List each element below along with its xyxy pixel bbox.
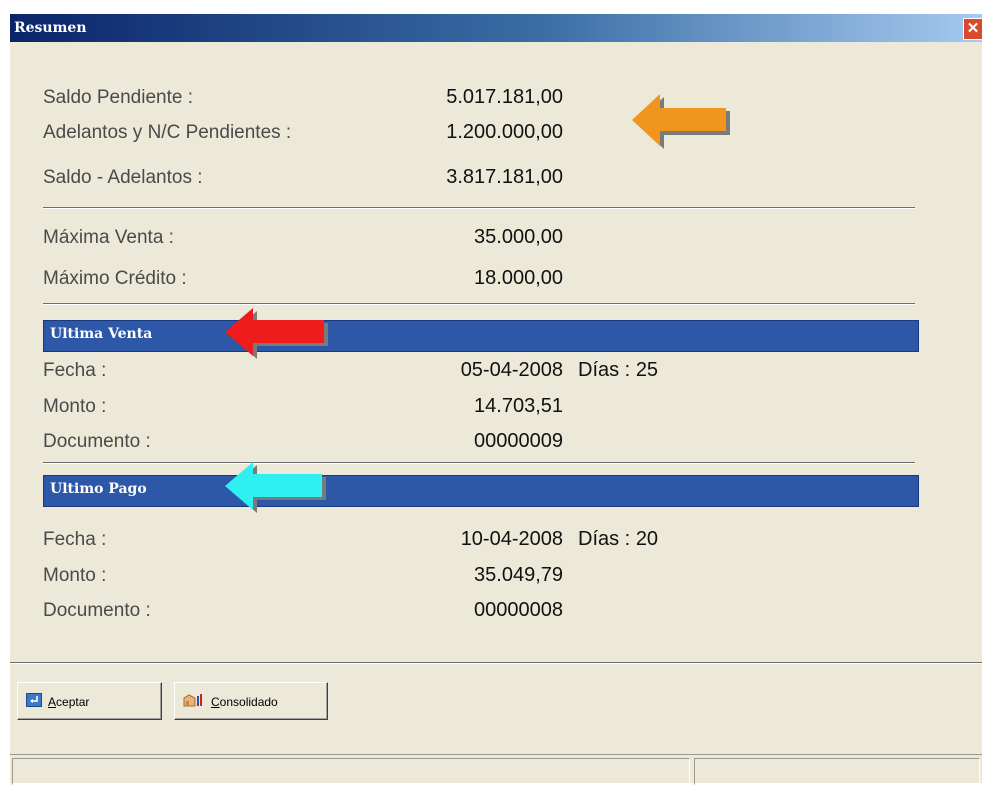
uv-documento-label: Documento : [43,431,151,452]
uv-dias-value: 25 [635,359,659,381]
maxima-venta-label: Máxima Venta : [43,227,174,248]
enter-icon [26,693,42,707]
resumen-dialog: Resumen ✕ Saldo Pendiente : 5.017.181,00… [10,14,982,785]
adelantos-label: Adelantos y N/C Pendientes : [43,122,292,143]
adelantos-value: 1.200.000,00 [446,121,563,143]
up-dias-value: 20 [635,528,659,550]
aceptar-button[interactable]: Aceptar [17,682,162,720]
up-dias: Días : 20 [578,528,658,551]
maxima-venta-value: 35.000,00 [474,226,563,248]
uv-dias-label: Días : [578,359,631,381]
close-button[interactable]: ✕ [963,18,982,40]
status-panel-left [12,758,690,785]
consolidate-icon [183,694,202,707]
ultimo-pago-title: Ultimo Pago [50,481,147,497]
ultima-venta-header: Ultima Venta [43,320,919,352]
saldo-pendiente-label: Saldo Pendiente : [43,87,194,108]
uv-fecha-label: Fecha : [43,360,107,381]
up-documento-value: 00000008 [474,599,563,621]
divider [43,462,915,464]
saldo-adelantos-value: 3.817.181,00 [446,166,563,188]
background-window-strip [0,0,982,14]
up-fecha-label: Fecha : [43,529,107,550]
ultima-venta-title: Ultima Venta [50,326,153,342]
title-bar: Resumen ✕ [10,14,982,42]
red-arrow-icon [225,308,328,359]
close-icon: ✕ [966,20,980,37]
aceptar-label: Aceptar [48,695,90,709]
divider [43,207,915,209]
up-monto-label: Monto : [43,565,107,586]
consolidado-button[interactable]: Consolidado [174,682,328,720]
window-title: Resumen [14,20,87,36]
uv-dias: Días : 25 [578,359,658,382]
maximo-credito-value: 18.000,00 [474,267,563,289]
footer-divider [10,662,982,664]
up-dias-label: Días : [578,528,631,550]
ultimo-pago-header: Ultimo Pago [43,475,919,507]
up-fecha-value: 10-04-2008 [460,528,563,550]
maximo-credito-label: Máximo Crédito : [43,268,187,289]
uv-monto-value: 14.703,51 [474,395,563,417]
orange-arrow-icon [632,94,730,149]
uv-fecha-value: 05-04-2008 [460,359,563,381]
saldo-pendiente-value: 5.017.181,00 [446,86,563,108]
up-documento-label: Documento : [43,600,151,621]
divider [43,303,915,305]
cyan-arrow-icon [225,462,326,513]
up-monto-value: 35.049,79 [474,564,563,586]
consolidado-label: Consolidado [211,695,278,709]
uv-monto-label: Monto : [43,396,107,417]
saldo-adelantos-label: Saldo - Adelantos : [43,167,203,188]
status-panel-right [694,758,980,785]
uv-documento-value: 00000009 [474,430,563,452]
status-bar [10,754,982,785]
